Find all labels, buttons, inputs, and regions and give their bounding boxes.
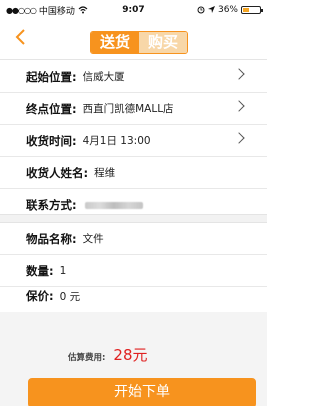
destination-value: 西直门凯德MALL店 — [82, 103, 174, 115]
estimated-fee-value: 28元 — [113, 346, 148, 364]
estimated-fee: 估算费用: 28元 — [68, 344, 148, 365]
battery-icon — [241, 6, 263, 14]
recipient-name-label: 收货人姓名: — [26, 165, 89, 180]
contact-label: 联系方式: — [26, 198, 77, 212]
tab-purchase[interactable]: 购买 — [139, 32, 187, 53]
battery-level — [243, 8, 249, 12]
delivery-time-row[interactable]: 收货时间: 4月1日 13:00 — [0, 125, 267, 157]
tab-delivery[interactable]: 送货 — [91, 32, 139, 53]
contact-value-redacted[interactable] — [84, 201, 143, 209]
carrier-label: 中国移动 — [38, 6, 75, 17]
chevron-left-icon — [15, 29, 25, 45]
pickup-value: 信威大厦 — [82, 71, 125, 83]
recipient-name-row[interactable]: 收货人姓名: 程维 — [0, 157, 267, 189]
pickup-row[interactable]: 起始位置: 信威大厦 — [0, 61, 267, 93]
status-right: 36% — [161, 5, 263, 15]
quantity-label: 数量: — [26, 263, 54, 278]
insured-value-label: 保价: — [26, 289, 54, 303]
delivery-time-value: 4月1日 13:00 — [82, 135, 151, 147]
signal-icon: ●●○○○ — [6, 5, 37, 15]
delivery-time-label: 收货时间: — [26, 133, 77, 148]
status-bar: ●●○○○ 中国移动 9:07 36% — [0, 0, 267, 20]
start-order-button[interactable]: 开始下单 — [28, 378, 256, 406]
item-name-label: 物品名称: — [26, 231, 77, 246]
pickup-label: 起始位置: — [26, 69, 77, 84]
back-button[interactable] — [14, 27, 30, 53]
quantity-value[interactable]: 1 — [60, 265, 67, 277]
chevron-right-icon — [233, 68, 245, 80]
nav-bar: 送货 购买 — [0, 20, 267, 60]
location-icon — [207, 6, 215, 13]
item-name-value[interactable]: 文件 — [83, 231, 104, 246]
chevron-right-icon — [233, 100, 245, 112]
insured-value-row[interactable]: 保价: 0 元 — [0, 280, 267, 312]
battery-percent: 36% — [217, 5, 238, 15]
recipient-name-value[interactable]: 程维 — [94, 165, 115, 180]
alarm-icon — [197, 6, 205, 14]
chevron-right-icon — [233, 132, 245, 144]
destination-label: 终点位置: — [26, 101, 77, 116]
mode-segmented-control: 送货 购买 — [90, 31, 188, 54]
insured-value-value[interactable]: 0 元 — [60, 289, 81, 304]
estimated-fee-label: 估算费用: — [68, 353, 106, 363]
section-divider — [0, 214, 267, 223]
item-name-row[interactable]: 物品名称: 文件 — [0, 223, 267, 255]
status-left: ●●○○○ 中国移动 — [6, 4, 106, 17]
destination-row[interactable]: 终点位置: 西直门凯德MALL店 — [0, 93, 267, 125]
wifi-icon — [78, 6, 88, 14]
status-time: 9:07 — [122, 5, 145, 15]
